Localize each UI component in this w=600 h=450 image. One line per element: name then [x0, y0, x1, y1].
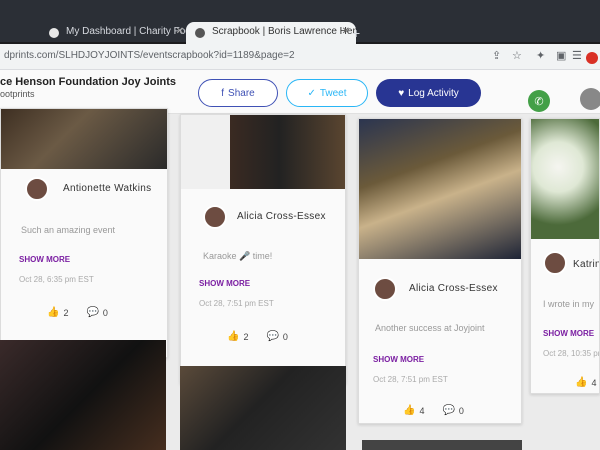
address-bar[interactable]: dprints.com/SLHDJOYJOINTS/eventscrapbook… — [4, 50, 295, 61]
scrapbook-post-card[interactable]: Alicia Cross-Essex Karaoke 🎤 time! SHOW … — [180, 114, 346, 384]
thumbs-up-icon: 👍 — [47, 307, 60, 318]
author-avatar[interactable] — [543, 251, 567, 275]
post-photo[interactable] — [362, 440, 522, 450]
post-excerpt: Karaoke 🎤 time! — [203, 251, 273, 261]
like-count: 2 — [63, 307, 69, 318]
scrapbook-post-card[interactable]: Antionette Watkins Such an amazing event… — [0, 108, 168, 358]
post-date: Oct 28, 10:35 pm — [543, 349, 600, 358]
author-name[interactable]: Antionette Watkins — [63, 183, 151, 194]
post-photo[interactable] — [1, 109, 167, 169]
browser-tab-strip: My Dashboard | Charity Footprints ✕ Scra… — [0, 0, 600, 44]
like-button[interactable]: 👍 4 — [403, 405, 424, 416]
author-name[interactable]: Katrin — [573, 259, 599, 270]
post-date: Oct 28, 7:51 pm EST — [373, 375, 448, 384]
author-name[interactable]: Alicia Cross-Essex — [237, 211, 326, 222]
post-excerpt: Such an amazing event — [21, 225, 116, 235]
close-tab-icon[interactable]: ✕ — [176, 26, 184, 37]
share-page-icon[interactable]: ⇪ — [492, 49, 501, 62]
post-stats: 👍 4 💬 0 — [403, 405, 464, 416]
like-count: 4 — [419, 405, 425, 416]
post-excerpt: I wrote in my — [543, 299, 595, 309]
twitter-icon: ✓ — [307, 87, 316, 99]
author-avatar[interactable] — [203, 205, 227, 229]
post-photo[interactable] — [181, 115, 345, 189]
like-button[interactable]: 👍 2 — [227, 331, 248, 342]
whatsapp-icon[interactable]: ✆ — [528, 90, 550, 112]
comment-icon: 💬 — [442, 405, 455, 416]
comment-count: 0 — [102, 307, 108, 318]
comment-count: 0 — [282, 331, 288, 342]
show-more-link[interactable]: SHOW MORE — [373, 355, 424, 364]
site-title: ce Henson Foundation Joy Joints — [0, 76, 177, 88]
like-button[interactable]: 👍 2 — [47, 307, 68, 318]
comment-button[interactable]: 💬 0 — [442, 405, 463, 416]
share-label: Share — [228, 87, 255, 99]
browser-toolbar: dprints.com/SLHDJOYJOINTS/eventscrapbook… — [0, 44, 600, 70]
tab-title: Scrapbook | Boris Lawrence Hen... — [212, 26, 356, 37]
like-count: 2 — [243, 331, 249, 342]
post-photo[interactable] — [0, 340, 166, 450]
tweet-label: Tweet — [319, 87, 347, 99]
comment-button[interactable]: 💬 0 — [86, 307, 107, 318]
profile-icon[interactable] — [586, 52, 598, 64]
post-stats: 👍 4 — [575, 377, 596, 388]
close-tab-icon[interactable]: ✕ — [342, 26, 350, 37]
heart-icon: ♥ — [398, 87, 405, 99]
facebook-icon: f — [221, 87, 225, 99]
show-more-link[interactable]: SHOW MORE — [543, 329, 594, 338]
post-stats: 👍 2 💬 0 — [47, 307, 108, 318]
like-button[interactable]: 👍 4 — [575, 377, 596, 388]
comment-icon: 💬 — [86, 307, 99, 318]
scrapbook-post-card[interactable]: Katrin I wrote in my SHOW MORE Oct 28, 1… — [530, 118, 600, 394]
log-activity-label: Log Activity — [408, 87, 459, 99]
post-photo[interactable] — [531, 119, 599, 239]
user-avatar[interactable] — [580, 88, 600, 110]
author-avatar[interactable] — [373, 277, 397, 301]
share-button[interactable]: f Share — [198, 79, 278, 107]
like-count: 4 — [591, 377, 597, 388]
extensions-icon[interactable]: ✦ — [536, 49, 545, 62]
show-more-link[interactable]: SHOW MORE — [199, 279, 250, 288]
new-tab-button[interactable]: + — [352, 25, 360, 41]
thumbs-up-icon: 👍 — [575, 377, 588, 388]
scrapbook-post-card[interactable]: Alicia Cross-Essex Another success at Jo… — [358, 118, 522, 424]
reading-list-icon[interactable]: ☰ — [572, 49, 582, 62]
post-photo[interactable] — [180, 366, 346, 450]
post-photo[interactable] — [359, 119, 521, 259]
comment-count: 0 — [458, 405, 464, 416]
tweet-button[interactable]: ✓ Tweet — [286, 79, 368, 107]
tab-scrapbook[interactable]: Scrapbook | Boris Lawrence Hen... ✕ — [186, 22, 356, 44]
sidebar-icon[interactable]: ▣ — [556, 49, 566, 62]
show-more-link[interactable]: SHOW MORE — [19, 255, 70, 264]
page-content: ce Henson Foundation Joy Joints ootprint… — [0, 70, 600, 450]
tab-title: My Dashboard | Charity Footprints — [66, 26, 190, 37]
bookmark-star-icon[interactable]: ☆ — [512, 49, 522, 62]
log-activity-button[interactable]: ♥ Log Activity — [376, 79, 481, 107]
thumbs-up-icon: 👍 — [227, 331, 240, 342]
site-subtitle: ootprints — [0, 89, 35, 99]
post-date: Oct 28, 6:35 pm EST — [19, 275, 94, 284]
post-stats: 👍 2 💬 0 — [227, 331, 288, 342]
tab-dashboard[interactable]: My Dashboard | Charity Footprints ✕ — [40, 22, 190, 44]
favicon-icon — [195, 28, 205, 38]
thumbs-up-icon: 👍 — [403, 405, 416, 416]
favicon-icon — [49, 28, 59, 38]
comment-button[interactable]: 💬 0 — [266, 331, 287, 342]
author-name[interactable]: Alicia Cross-Essex — [409, 283, 498, 294]
author-avatar[interactable] — [25, 177, 49, 201]
post-date: Oct 28, 7:51 pm EST — [199, 299, 274, 308]
post-excerpt: Another success at Joyjoint — [375, 323, 485, 333]
comment-icon: 💬 — [266, 331, 279, 342]
